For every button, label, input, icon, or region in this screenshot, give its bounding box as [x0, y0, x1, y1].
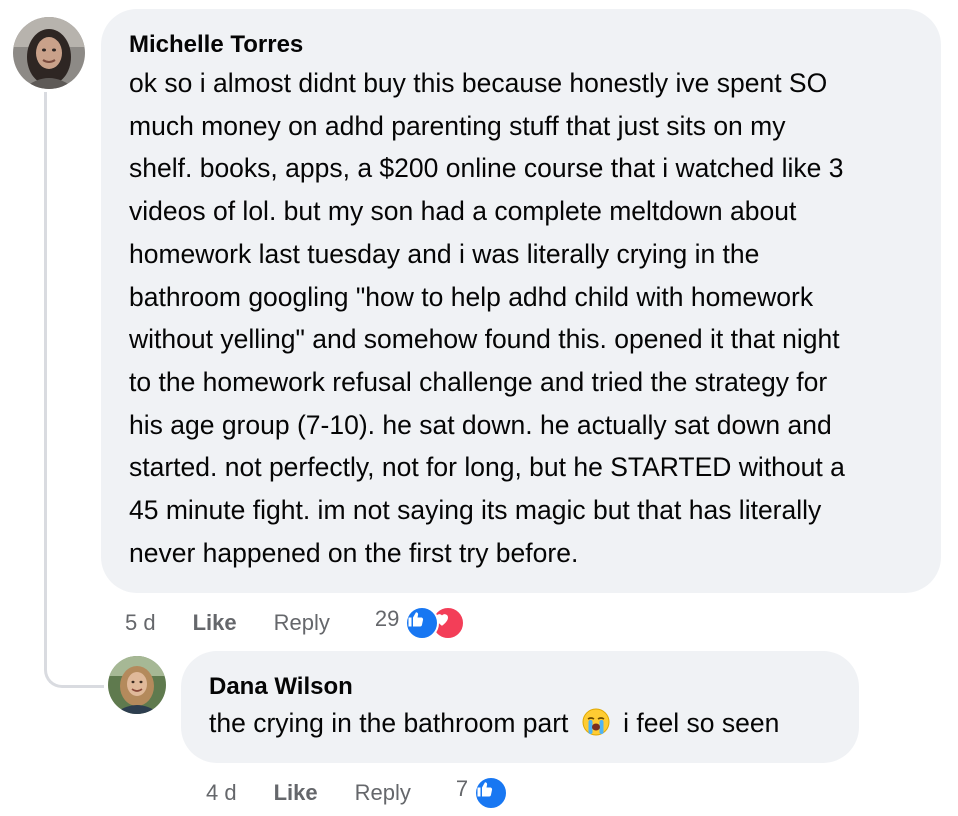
reactions-summary[interactable]: 29 [374, 606, 466, 640]
comment-text: ok so i almost didnt buy this because ho… [129, 62, 913, 574]
comment-text-part: i feel so seen [623, 708, 780, 738]
loudly-crying-face-icon [582, 707, 610, 747]
comment-text: the crying in the bathroom part i feel s… [209, 703, 831, 747]
like-button[interactable]: Like [274, 780, 318, 806]
comment-text-line: homework last tuesday and i was literall… [129, 238, 760, 269]
thumbs-up-icon [405, 606, 440, 640]
comment-author[interactable]: Dana Wilson [209, 671, 831, 703]
comment-text-line: never happened on the first try before. [129, 537, 579, 568]
avatar-dana-wilson[interactable] [108, 656, 166, 714]
comment-text-line: videos of lol. but my son had a complete… [129, 196, 797, 227]
comment-bubble-michelle: Michelle Torres ok so i almost didnt buy… [101, 9, 941, 593]
comment-text-line: much money on adhd parenting stuff that … [129, 110, 786, 141]
comment-actions-row: 4 d Like Reply 7 [206, 776, 509, 810]
reply-button[interactable]: Reply [274, 610, 330, 636]
comment-text-line: his age group (7-10). he sat down. he ac… [129, 409, 832, 440]
comment-text-line: ok so i almost didnt buy this because ho… [129, 68, 828, 98]
comment-actions-row: 5 d Like Reply 29 [125, 606, 466, 640]
comment-bubble-dana: Dana Wilson the crying in the bathroom p… [181, 651, 859, 763]
comment-text-line: without yelling" and somehow found this.… [129, 324, 840, 355]
comment-timestamp[interactable]: 4 d [206, 780, 237, 806]
comment-text-part: the crying in the bathroom part [209, 708, 569, 738]
thread-connector-line [44, 92, 104, 688]
comment-text-line: started. not perfectly, not for long, bu… [129, 452, 845, 483]
reaction-count: 7 [455, 776, 469, 801]
like-button[interactable]: Like [193, 610, 237, 636]
comment-text-line: bathroom googling "how to help adhd chil… [129, 281, 814, 312]
comment-text-line: 45 minute fight. im not saying its magic… [129, 495, 822, 526]
comment-text-line: shelf. books, apps, a $200 online course… [129, 153, 844, 184]
thumbs-up-icon [474, 776, 509, 810]
reply-button[interactable]: Reply [355, 780, 411, 806]
reaction-count: 29 [374, 606, 400, 631]
avatar-michelle-torres[interactable] [13, 17, 85, 89]
comment-text-line: to the homework refusal challenge and tr… [129, 366, 828, 397]
comment-author[interactable]: Michelle Torres [129, 29, 913, 61]
comment-timestamp[interactable]: 5 d [125, 610, 156, 636]
reactions-summary[interactable]: 7 [455, 776, 509, 810]
